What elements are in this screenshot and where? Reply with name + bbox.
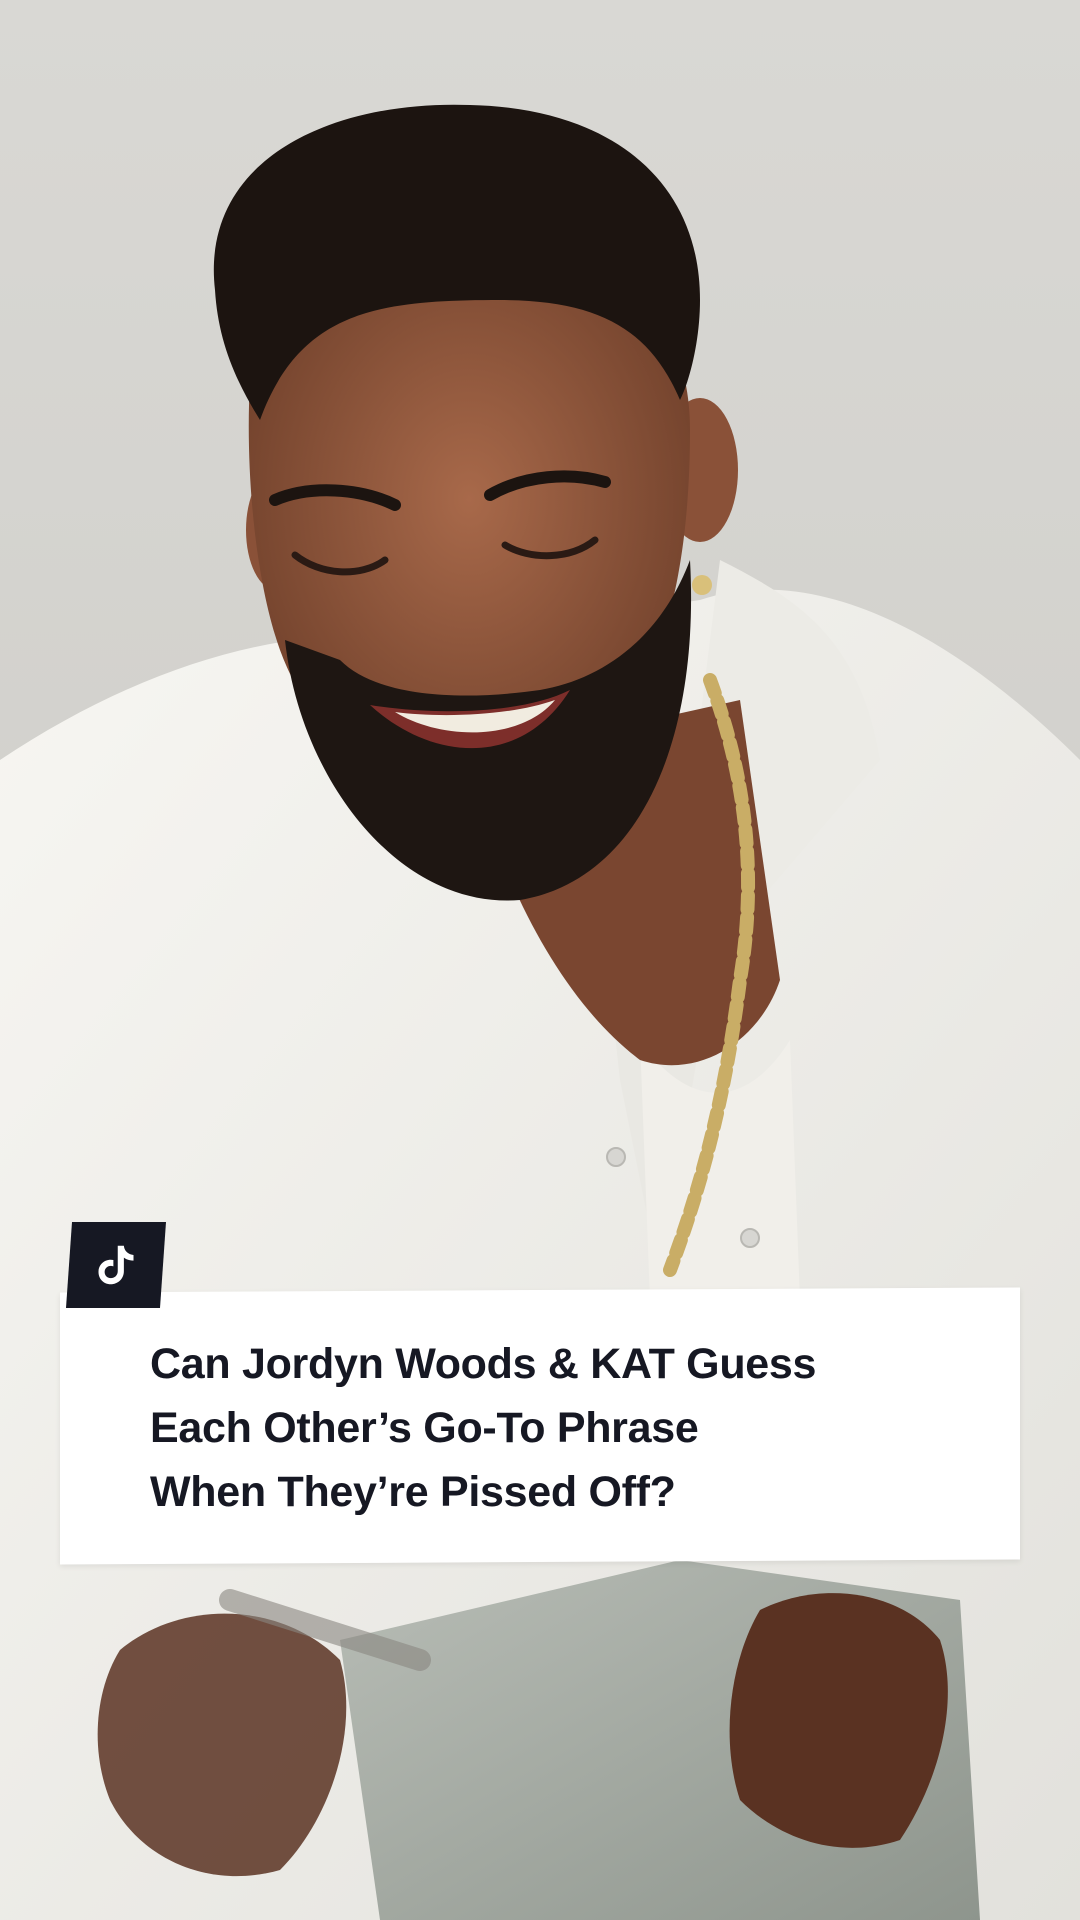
- video-frame-photo: [0, 0, 1080, 1920]
- caption-line-1: Can Jordyn Woods & KAT Guess: [150, 1340, 817, 1388]
- tiktok-badge: [66, 1222, 166, 1308]
- caption-headline: Can Jordyn Woods & KAT Guess Each Other’…: [150, 1332, 990, 1524]
- caption-line-2: Each Other’s Go-To Phrase: [150, 1404, 699, 1452]
- tiktok-logo-icon: [98, 1245, 134, 1285]
- caption-line-3: When They’re Pissed Off?: [150, 1468, 676, 1516]
